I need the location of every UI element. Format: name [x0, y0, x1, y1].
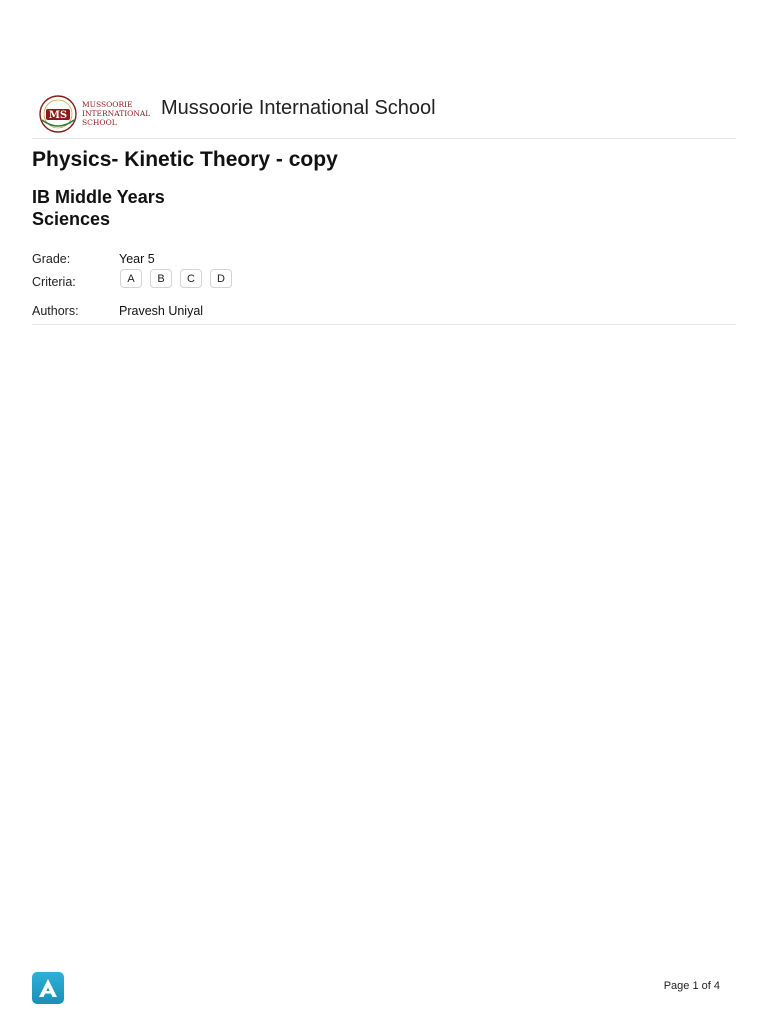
criteria-chip-c: C [180, 269, 202, 288]
svg-text:SCHOOL: SCHOOL [82, 118, 117, 127]
authors-value: Pravesh Uniyal [119, 304, 204, 318]
meta-divider [32, 324, 736, 325]
criteria-label: Criteria: [32, 275, 76, 289]
svg-text:MS: MS [49, 110, 67, 121]
grade-value: Year 5 [119, 252, 155, 266]
criteria-chip-a: A [120, 269, 142, 288]
programme-name: IB Middle Years [32, 187, 165, 207]
authors-label: Authors: [32, 304, 79, 318]
programme-heading: IB Middle Years Sciences [32, 186, 165, 230]
criteria-chip-list: A B C D [120, 269, 232, 288]
school-logo: MS MUSSOORIE INTERNATIONAL SCHOOL [38, 92, 150, 136]
school-name: Mussoorie International School [161, 97, 436, 119]
page-header: MS MUSSOORIE INTERNATIONAL SCHOOL Mussoo… [32, 92, 736, 139]
criteria-chip-d: D [210, 269, 232, 288]
svg-text:INTERNATIONAL: INTERNATIONAL [82, 109, 150, 118]
page-number: Page 1 of 4 [663, 980, 720, 992]
document-title: Physics- Kinetic Theory - copy [32, 148, 338, 171]
a-logo-icon [32, 972, 64, 1004]
criteria-chip-b: B [150, 269, 172, 288]
grade-label: Grade: [32, 252, 71, 266]
school-crest-icon: MS MUSSOORIE INTERNATIONAL SCHOOL [39, 95, 150, 133]
a-letter-icon [39, 979, 57, 997]
svg-text:MUSSOORIE: MUSSOORIE [82, 100, 133, 109]
subject-group: Sciences [32, 209, 111, 229]
